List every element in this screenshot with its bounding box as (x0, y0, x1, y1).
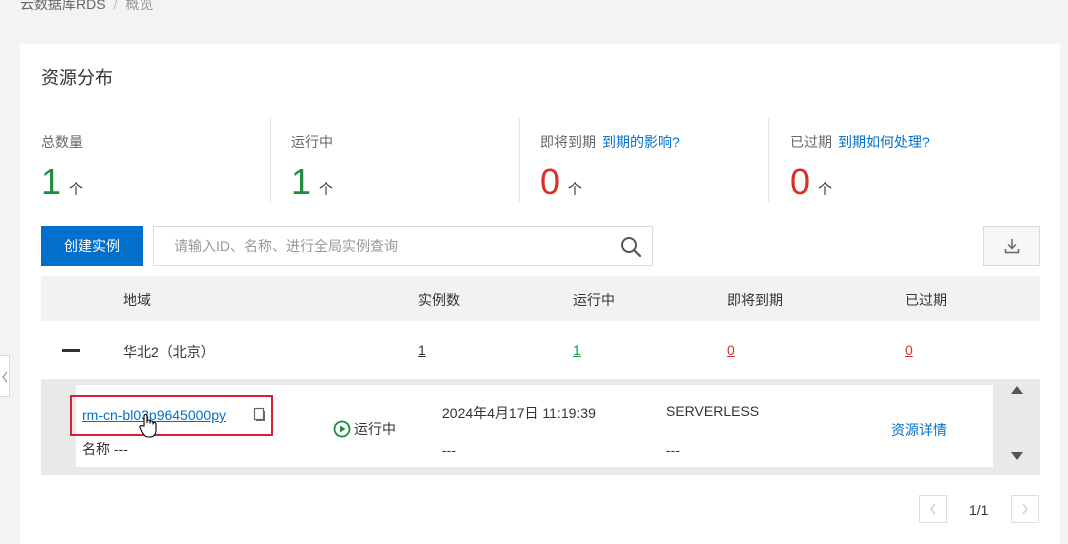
stat-expiring-text: 即将到期 (540, 134, 596, 150)
stat-total-unit: 个 (69, 181, 84, 197)
stat-total-label: 总数量 (41, 134, 83, 150)
search-input[interactable] (154, 227, 614, 265)
col-instances: 实例数 (418, 292, 460, 308)
stat-expiring-value: 0个 (540, 162, 582, 209)
global-search (153, 226, 653, 266)
col-expiring: 即将到期 (727, 292, 783, 308)
col-expired: 已过期 (905, 292, 947, 308)
breadcrumb: 云数据库RDS / 概览 (20, 0, 153, 14)
stat-total-value: 1个 (41, 162, 83, 209)
stat-total-number: 1 (41, 161, 62, 202)
stat-expired-unit: 个 (818, 181, 833, 197)
status-badge: 运行中 (333, 419, 396, 439)
expiry-handling-link[interactable]: 到期如何处理? (838, 134, 930, 150)
created-time-sub: --- (442, 442, 456, 458)
region-expired-count[interactable]: 0 (905, 342, 913, 358)
stat-expiring-label: 即将到期 到期的影响? (540, 132, 680, 152)
download-button[interactable] (983, 226, 1040, 266)
scrollbar[interactable] (994, 379, 1040, 475)
instance-list: rm-cn-bl03p9645000py 名称 --- 运行中 2024年4月1… (41, 379, 1040, 475)
page-prev-button[interactable] (919, 495, 947, 523)
stat-expired-text: 已过期 (790, 134, 832, 150)
expiry-impact-link[interactable]: 到期的影响? (602, 134, 680, 150)
col-region: 地域 (123, 292, 151, 308)
scroll-up-icon[interactable] (1011, 385, 1023, 395)
instance-name: 名称 --- (82, 439, 128, 459)
play-circle-icon (333, 420, 351, 438)
chevron-left-icon (930, 503, 936, 515)
search-icon[interactable] (620, 236, 642, 258)
instance-type-sub: --- (666, 442, 680, 458)
divider (519, 118, 520, 202)
page-next-button[interactable] (1011, 495, 1039, 523)
download-icon (1004, 239, 1020, 254)
instance-type: SERVERLESS (666, 403, 760, 419)
stat-expired-value: 0个 (790, 162, 832, 209)
table-row: 华北2（北京） 1 1 0 0 (41, 321, 1040, 380)
stat-expired-label: 已过期 到期如何处理? (790, 132, 930, 152)
card-title: 资源分布 (41, 68, 113, 88)
sidebar-toggle[interactable] (0, 355, 10, 397)
region-expiring-count[interactable]: 0 (727, 342, 735, 358)
page-indicator: 1/1 (969, 502, 989, 518)
breadcrumb-current: 概览 (125, 0, 154, 12)
divider (768, 118, 769, 202)
stat-running-unit: 个 (319, 181, 334, 197)
col-running: 运行中 (573, 292, 615, 308)
resource-card: 资源分布 总数量 1个 运行中 1个 即将到期 到期的影响? 0个 已过期 到期如何… (20, 44, 1060, 544)
instance-name-value: --- (113, 441, 128, 457)
stat-expiring-unit: 个 (568, 181, 583, 197)
scroll-down-icon[interactable] (1011, 451, 1023, 461)
stat-running-value: 1个 (291, 162, 333, 209)
copy-icon[interactable] (252, 407, 266, 421)
table-header: 地域 实例数 运行中 即将到期 已过期 (41, 276, 1040, 321)
stat-running-label: 运行中 (291, 134, 333, 150)
divider (270, 118, 271, 202)
list-item: rm-cn-bl03p9645000py 名称 --- 运行中 2024年4月1… (70, 385, 993, 467)
stat-expired-number: 0 (790, 161, 811, 202)
breadcrumb-separator: / (113, 0, 118, 12)
create-instance-button[interactable]: 创建实例 (41, 226, 143, 266)
created-time: 2024年4月17日 11:19:39 (442, 405, 596, 421)
stat-expiring-number: 0 (540, 161, 561, 202)
region-instance-count[interactable]: 1 (418, 342, 426, 358)
resource-detail-link[interactable]: 资源详情 (891, 420, 947, 440)
hand-cursor-icon (139, 414, 157, 438)
stat-running-number: 1 (291, 161, 312, 202)
collapse-icon[interactable] (62, 349, 80, 352)
region-name: 华北2（北京） (123, 344, 215, 360)
status-text: 运行中 (354, 421, 396, 437)
stats-bar: 总数量 1个 运行中 1个 即将到期 到期的影响? 0个 已过期 到期如何处理? 0… (41, 118, 1041, 202)
instance-name-label: 名称 (82, 441, 110, 457)
chevron-left-icon (2, 371, 8, 383)
breadcrumb-root[interactable]: 云数据库RDS (20, 0, 106, 12)
region-running-count[interactable]: 1 (573, 342, 581, 358)
chevron-right-icon (1022, 503, 1028, 515)
